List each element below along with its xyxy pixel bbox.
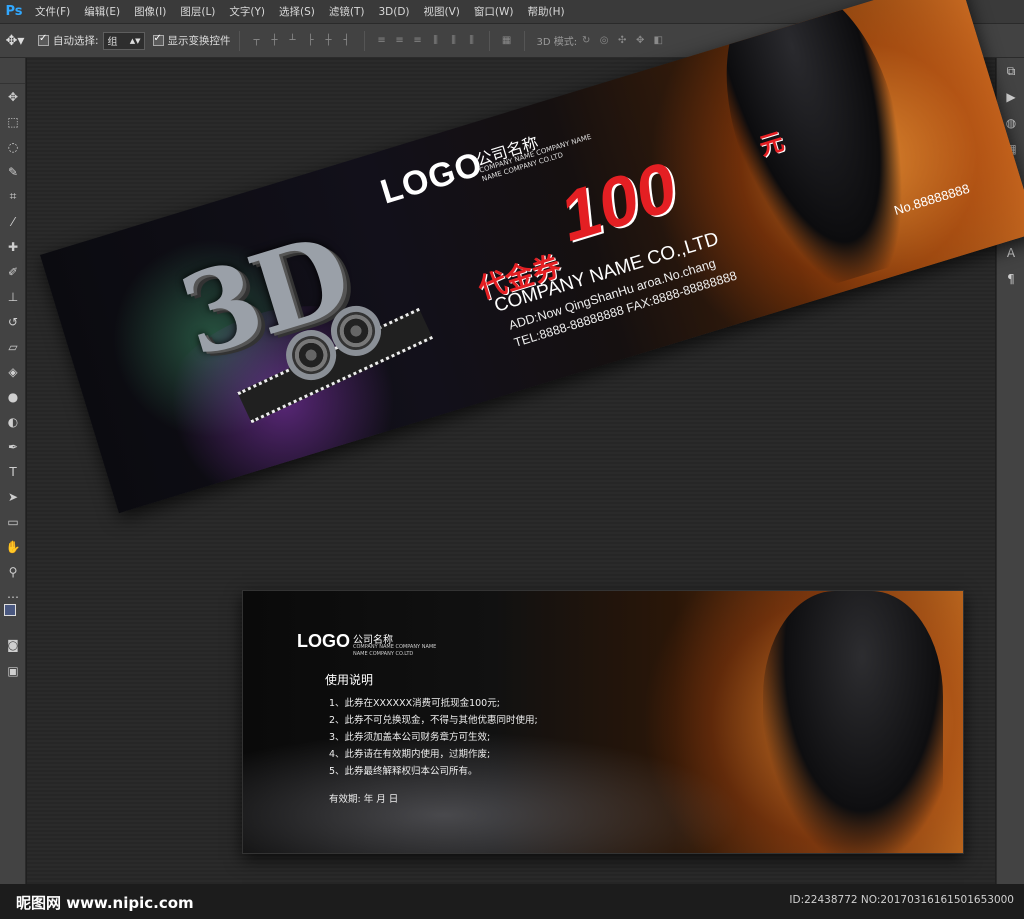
slide-3d-icon[interactable]: ✥ <box>633 34 647 48</box>
drag-3d-icon[interactable]: ✣ <box>615 34 629 48</box>
back-logo-block: LOGO 公司名称 COMPANY NAME COMPANY NAME NAME… <box>297 631 436 657</box>
zoom-tool-icon[interactable]: ⚲ <box>0 559 26 584</box>
panel-grip[interactable] <box>0 58 25 84</box>
distribute-vcenter-icon[interactable]: ≡ <box>393 34 407 48</box>
company-name-en-line2: NAME COMPANY CO.LTD <box>353 651 414 657</box>
align-vcenter-icon[interactable]: ┼ <box>268 34 282 48</box>
show-transform-checkbox[interactable] <box>152 33 164 46</box>
quick-select-tool-icon[interactable]: ✎ <box>0 159 26 184</box>
auto-select-dropdown[interactable]: 组 ▲▼ <box>102 31 145 50</box>
menu-layer[interactable]: 图层(L) <box>173 0 222 24</box>
menu-type[interactable]: 文字(Y) <box>222 0 272 24</box>
company-name-en-line1: COMPANY NAME COMPANY NAME <box>353 644 437 650</box>
move-tool-icon[interactable]: ✥ <box>0 84 26 109</box>
dodge-tool-icon[interactable]: ◐ <box>0 409 26 434</box>
rectangle-tool-icon[interactable]: ▭ <box>0 509 26 534</box>
history-panel-icon[interactable]: ⧉ <box>997 58 1024 84</box>
separator <box>238 30 240 51</box>
auto-select-label: 自动选择: <box>53 35 99 47</box>
paint-bucket-tool-icon[interactable]: ◈ <box>0 359 26 384</box>
usage-rule: 5、此券最终解释权归本公司所有。 <box>329 766 478 777</box>
scale-3d-icon[interactable]: ◧ <box>651 34 665 48</box>
roll-3d-icon[interactable]: ◎ <box>597 34 611 48</box>
eyedropper-tool-icon[interactable]: ⁄ <box>0 209 26 234</box>
menu-3d[interactable]: 3D(D) <box>371 0 416 24</box>
history-brush-tool-icon[interactable]: ↺ <box>0 309 26 334</box>
site-watermark: 昵图网 www.nipic.com <box>16 894 194 912</box>
move-tool-icon[interactable]: ✥▾ <box>0 30 30 52</box>
screen-mode-icon[interactable]: ▣ <box>0 658 26 683</box>
marquee-tool-icon[interactable]: ⬚ <box>0 109 26 134</box>
separator <box>363 30 365 51</box>
character-panel-icon[interactable]: A <box>997 240 1024 266</box>
rotate-3d-icon[interactable]: ↻ <box>579 34 593 48</box>
align-right-icon[interactable]: ┤ <box>340 34 354 48</box>
distribute-left-icon[interactable]: ⫼ <box>429 34 443 48</box>
usage-instructions-title: 使用说明 <box>325 673 374 687</box>
front-logo-block: LOGO 公司名称 COMPANY NAME COMPANY NAME NAME… <box>376 133 592 213</box>
image-id-watermark: ID:22438772 NO:20170316161501653000 <box>789 894 1014 906</box>
armored-figure-image <box>763 591 943 853</box>
menu-filter[interactable]: 滤镜(T) <box>322 0 372 24</box>
dropdown-arrow-icon: ▲▼ <box>129 36 141 45</box>
stamp-tool-icon[interactable]: ⊥ <box>0 284 26 309</box>
show-transform-option[interactable]: 显示变换控件 <box>152 33 231 48</box>
usage-rule: 2、此券不可兑换现金，不得与其他优惠同时使用; <box>329 715 538 726</box>
eraser-tool-icon[interactable]: ▱ <box>0 334 26 359</box>
auto-select-value: 组 <box>107 37 118 48</box>
logo-text: LOGO <box>297 631 350 651</box>
smoke-background-image <box>243 731 743 853</box>
type-tool-icon[interactable]: T <box>0 459 26 484</box>
align-top-icon[interactable]: ┬ <box>250 34 264 48</box>
paragraph-panel-icon[interactable]: ¶ <box>997 266 1024 292</box>
voucher-back[interactable]: LOGO 公司名称 COMPANY NAME COMPANY NAME NAME… <box>242 590 964 854</box>
company-name-en: COMPANY NAME COMPANY NAME NAME COMPANY C… <box>353 644 436 658</box>
distribute-hcenter-icon[interactable]: ⫼ <box>447 34 461 48</box>
healing-tool-icon[interactable]: ✚ <box>0 234 26 259</box>
lasso-tool-icon[interactable]: ◌ <box>0 134 26 159</box>
menu-select[interactable]: 选择(S) <box>272 0 322 24</box>
tools-panel: ✥ ⬚ ◌ ✎ ⌗ ⁄ ✚ ✐ ⊥ ↺ ▱ ◈ ● ◐ ✒ T ➤ ▭ ✋ ⚲ … <box>0 58 26 884</box>
menu-window[interactable]: 窗口(W) <box>467 0 521 24</box>
blur-tool-icon[interactable]: ● <box>0 384 26 409</box>
menu-help[interactable]: 帮助(H) <box>521 0 572 24</box>
logo-text: LOGO <box>376 144 488 212</box>
menu-image[interactable]: 图像(I) <box>127 0 173 24</box>
foreground-color-swatch[interactable] <box>4 604 16 616</box>
distribute-right-icon[interactable]: ⫼ <box>465 34 479 48</box>
menu-file[interactable]: 文件(F) <box>28 0 77 24</box>
mode-3d-label: 3D 模式: <box>536 37 578 48</box>
validity-period: 有效期: 年 月 日 <box>329 794 399 805</box>
path-select-tool-icon[interactable]: ➤ <box>0 484 26 509</box>
usage-rule: 1、此券在XXXXXX消费可抵现金100元; <box>329 698 500 709</box>
auto-select-checkbox[interactable] <box>38 33 49 46</box>
separator <box>488 30 490 51</box>
watermark-strip: 昵图网 www.nipic.com ID:22438772 NO:2017031… <box>0 884 1024 919</box>
brush-tool-icon[interactable]: ✐ <box>0 259 26 284</box>
align-hcenter-icon[interactable]: ┼ <box>322 34 336 48</box>
pen-tool-icon[interactable]: ✒ <box>0 434 26 459</box>
quick-mask-icon[interactable]: ◙ <box>0 632 26 657</box>
usage-rule: 3、此券须加盖本公司财务章方可生效; <box>329 732 491 743</box>
usage-rule: 4、此券请在有效期内使用，过期作废; <box>329 749 491 760</box>
hand-tool-icon[interactable]: ✋ <box>0 534 26 559</box>
actions-panel-icon[interactable]: ▶ <box>997 84 1024 110</box>
distribute-bottom-icon[interactable]: ≡ <box>411 34 425 48</box>
auto-align-icon[interactable]: ▦ <box>500 34 514 48</box>
separator <box>523 30 525 51</box>
show-transform-label: 显示变换控件 <box>167 35 231 47</box>
auto-select-option[interactable]: 自动选择: 组 ▲▼ <box>38 31 145 50</box>
distribute-top-icon[interactable]: ≡ <box>375 34 389 48</box>
menu-view[interactable]: 视图(V) <box>417 0 467 24</box>
align-bottom-icon[interactable]: ┴ <box>286 34 300 48</box>
crop-tool-icon[interactable]: ⌗ <box>0 184 26 209</box>
menu-edit[interactable]: 编辑(E) <box>77 0 127 24</box>
photoshop-logo-icon: Ps <box>5 4 23 19</box>
align-left-icon[interactable]: ├ <box>304 34 318 48</box>
